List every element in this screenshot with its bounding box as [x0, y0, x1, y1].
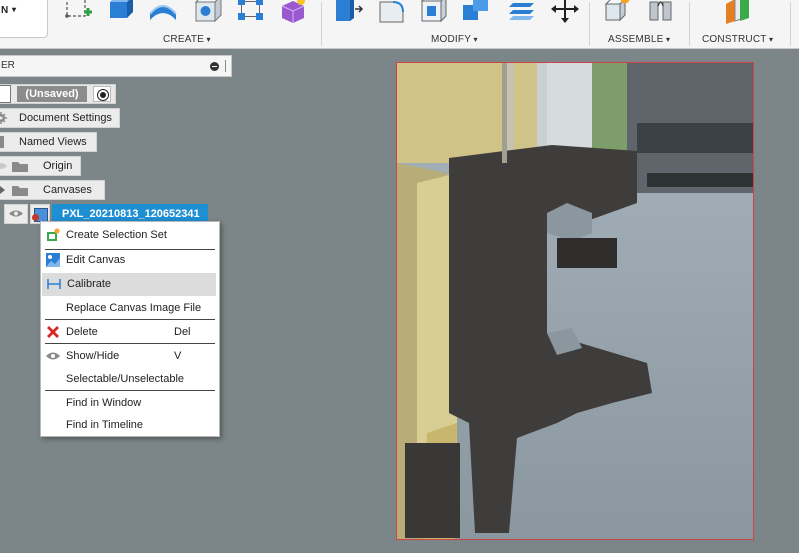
- folder-icon: [12, 162, 28, 172]
- extrude-icon[interactable]: [105, 0, 135, 24]
- browser-node-document-settings[interactable]: Document Settings: [0, 108, 120, 128]
- menu-item-find-in-window[interactable]: Find in Window: [41, 392, 219, 415]
- edit-canvas-icon: [46, 253, 60, 267]
- press-pull-icon[interactable]: [334, 0, 364, 24]
- browser-node-named-views[interactable]: Named Views: [0, 132, 97, 152]
- create-sketch-icon[interactable]: [64, 0, 94, 24]
- hole-icon[interactable]: [193, 0, 223, 24]
- calibrate-icon: [47, 279, 61, 289]
- menu-item-edit-canvas[interactable]: Edit Canvas: [41, 249, 219, 272]
- activate-radio-icon[interactable]: [93, 86, 111, 102]
- menu-item-find-in-timeline[interactable]: Find in Timeline: [41, 414, 219, 437]
- gear-icon: [0, 112, 7, 124]
- create-menu[interactable]: CREATE: [163, 34, 211, 45]
- browser-node-label: Origin: [43, 160, 73, 172]
- toolbar-divider: [689, 2, 690, 46]
- browser-title: ER: [1, 60, 15, 71]
- folder-icon: [0, 136, 4, 148]
- menu-divider: [45, 343, 215, 344]
- menu-item-label: Find in Timeline: [66, 419, 144, 431]
- menu-item-shortcut: Del: [174, 326, 191, 338]
- menu-item-label: Find in Window: [66, 397, 142, 409]
- offset-face-icon[interactable]: [506, 0, 536, 24]
- hidden-eye-icon[interactable]: [0, 160, 7, 172]
- eye-icon: [46, 352, 60, 360]
- document-icon: [0, 85, 11, 103]
- document-name: (Unsaved): [17, 86, 87, 102]
- panel-grip[interactable]: [225, 60, 226, 72]
- menu-item-show-hide[interactable]: Show/Hide V: [41, 345, 219, 368]
- chevron-down-icon: ▾: [12, 5, 17, 14]
- menu-item-label: Create Selection Set: [66, 229, 167, 241]
- menu-item-replace-canvas-image[interactable]: Replace Canvas Image File: [41, 297, 219, 320]
- offset-plane-icon[interactable]: [722, 0, 752, 24]
- selection-set-icon: [47, 228, 60, 241]
- menu-divider: [45, 390, 215, 391]
- browser-node-label: Document Settings: [19, 112, 112, 124]
- browser-node-label: Named Views: [19, 136, 87, 148]
- toolbar: N ▾ CREATE ▾ MODIFY ▾ ASSEMBLE ▾ CONSTRU…: [0, 0, 799, 49]
- toolbar-divider: [790, 2, 791, 46]
- menu-divider: [45, 319, 215, 320]
- browser-node-label: Canvases: [43, 184, 92, 196]
- revolve-icon[interactable]: [148, 0, 178, 24]
- menu-item-selectable[interactable]: Selectable/Unselectable: [41, 368, 219, 391]
- toolbar-divider: [321, 2, 322, 46]
- visibility-eye-icon[interactable]: [4, 204, 28, 224]
- menu-item-label: Delete: [66, 326, 98, 338]
- fillet-icon[interactable]: [377, 0, 407, 24]
- browser-header: ER: [0, 55, 232, 77]
- joint-icon[interactable]: [646, 0, 676, 24]
- menu-item-shortcut: V: [174, 350, 182, 362]
- pattern-icon[interactable]: [236, 0, 266, 24]
- menu-item-create-selection-set[interactable]: Create Selection Set: [41, 224, 219, 247]
- construct-menu[interactable]: CONSTRUCT: [702, 34, 773, 45]
- browser-node-origin[interactable]: Origin: [0, 156, 81, 176]
- browser-node-canvases[interactable]: Canvases: [0, 180, 105, 200]
- combine-icon[interactable]: [461, 0, 491, 24]
- menu-item-label: Show/Hide: [66, 350, 120, 362]
- menu-item-delete[interactable]: Delete Del: [41, 321, 219, 344]
- collapse-icon[interactable]: [210, 62, 219, 71]
- workspace-label: N: [1, 5, 9, 16]
- modify-menu[interactable]: MODIFY: [431, 34, 478, 45]
- new-component-icon[interactable]: [603, 0, 633, 24]
- shell-icon[interactable]: [419, 0, 449, 24]
- expand-arrow-icon[interactable]: [0, 184, 7, 196]
- create-form-icon[interactable]: [278, 0, 308, 24]
- move-icon[interactable]: [550, 0, 580, 24]
- menu-item-label: Replace Canvas Image File: [66, 302, 202, 314]
- menu-item-label: Edit Canvas: [66, 254, 126, 266]
- document-root-node[interactable]: (Unsaved): [0, 84, 116, 104]
- canvas-image[interactable]: [396, 62, 754, 540]
- menu-item-label: Selectable/Unselectable: [66, 373, 185, 385]
- context-menu: Create Selection Set Edit Canvas Calibra…: [40, 221, 220, 437]
- workspace-switcher[interactable]: N ▾: [0, 0, 48, 38]
- menu-item-calibrate[interactable]: Calibrate: [42, 273, 216, 296]
- canvas-photo: [397, 63, 753, 539]
- assemble-menu[interactable]: ASSEMBLE: [608, 34, 670, 45]
- folder-icon: [12, 186, 28, 196]
- toolbar-divider: [589, 2, 590, 46]
- menu-item-label: Calibrate: [67, 278, 112, 290]
- delete-x-icon: [47, 326, 59, 338]
